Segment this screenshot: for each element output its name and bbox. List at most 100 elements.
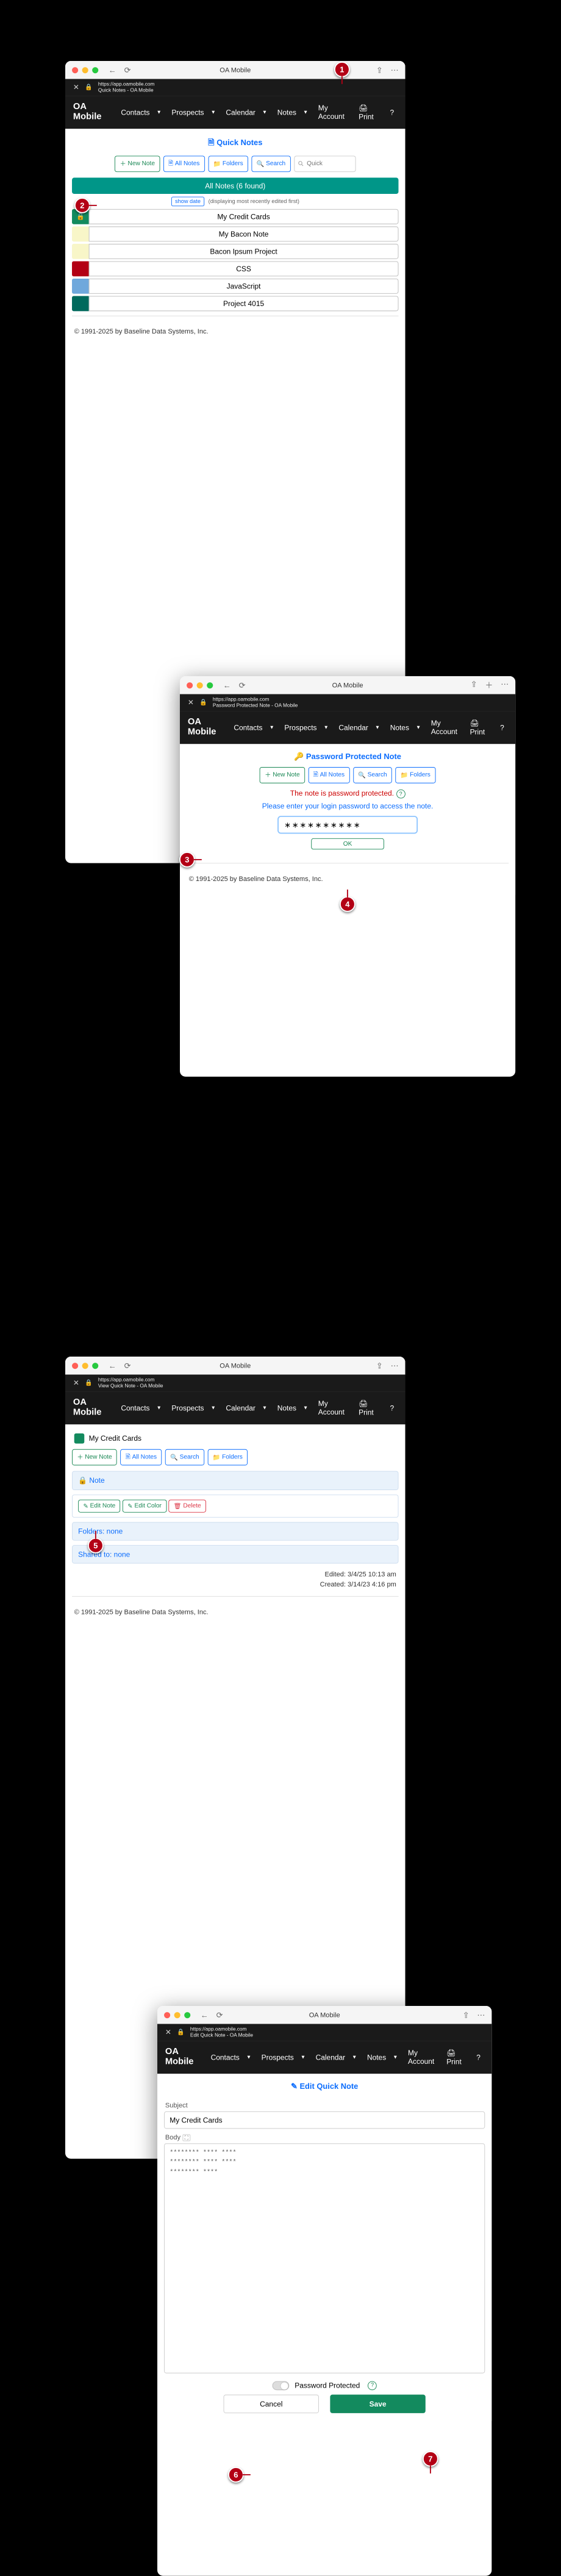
more-icon[interactable]: ⋯ xyxy=(477,2010,485,2020)
show-date-button[interactable]: show date xyxy=(171,197,204,207)
cancel-button[interactable]: Cancel xyxy=(223,2394,318,2413)
max-dot[interactable] xyxy=(92,67,98,73)
tab-close-icon[interactable]: ✕ xyxy=(188,698,194,707)
nav-prospects[interactable]: Prospects xyxy=(168,1402,207,1415)
nav-print[interactable]: 🖨 Print xyxy=(355,1397,383,1419)
nav-help[interactable]: ? xyxy=(387,1402,398,1415)
nav-contacts[interactable]: Contacts xyxy=(230,721,266,733)
share-icon[interactable]: ⇪ xyxy=(376,1361,383,1371)
nav-calendar[interactable]: Calendar xyxy=(312,2050,349,2063)
plus-icon[interactable]: ＋ xyxy=(485,679,493,690)
more-icon[interactable]: ⋯ xyxy=(501,679,509,690)
close-dot[interactable] xyxy=(164,2012,170,2018)
close-dot[interactable] xyxy=(187,682,193,688)
nav-account[interactable]: My Account xyxy=(315,1397,352,1419)
reload-icon[interactable]: ⟳ xyxy=(239,680,246,690)
nav-help[interactable]: ? xyxy=(387,105,398,118)
nav-prospects[interactable]: Prospects xyxy=(281,721,320,733)
all-notes-button[interactable]: 🗎 All Notes xyxy=(309,766,350,783)
nav-prospects[interactable]: Prospects xyxy=(258,2050,297,2063)
folders-panel[interactable]: Folders: none xyxy=(72,1522,398,1540)
nav-calendar[interactable]: Calendar xyxy=(335,721,372,733)
save-button[interactable]: Save xyxy=(330,2394,425,2413)
folders-button[interactable]: 📁 Folders xyxy=(208,155,248,172)
body-textarea[interactable]: ******** **** **** ******** **** **** **… xyxy=(164,2143,485,2373)
search-button[interactable]: 🔍 Search xyxy=(251,155,290,172)
delete-button[interactable]: 🗑 Delete xyxy=(168,1500,205,1513)
share-icon[interactable]: ⇪ xyxy=(462,2010,469,2020)
subject-input[interactable] xyxy=(164,2111,485,2128)
shared-panel[interactable]: Shared to: none xyxy=(72,1545,398,1563)
back-icon[interactable]: ← xyxy=(223,680,231,690)
nav-contacts[interactable]: Contacts xyxy=(118,1402,153,1415)
brand[interactable]: OA Mobile xyxy=(73,1398,109,1418)
nav-calendar[interactable]: Calendar xyxy=(223,105,259,118)
note-row[interactable]: JavaScript xyxy=(72,279,398,294)
min-dot[interactable] xyxy=(174,2012,180,2018)
ok-button[interactable]: OK xyxy=(312,838,385,849)
close-dot[interactable] xyxy=(72,1363,78,1369)
tab-close-icon[interactable]: ✕ xyxy=(73,83,79,92)
all-notes-button[interactable]: 🗎 All Notes xyxy=(120,1449,162,1466)
brand[interactable]: OA Mobile xyxy=(165,2047,198,2067)
share-icon[interactable]: ⇪ xyxy=(376,65,383,75)
password-input[interactable] xyxy=(277,816,418,833)
nav-help[interactable]: ? xyxy=(473,2050,484,2063)
nav-print[interactable]: 🖨 Print xyxy=(466,716,493,738)
note-panel-header[interactable]: 🔒 Note xyxy=(72,1471,398,1490)
back-icon[interactable]: ← xyxy=(109,65,116,75)
close-dot[interactable] xyxy=(72,67,78,73)
search-button[interactable]: 🔍 Search xyxy=(165,1449,204,1466)
min-dot[interactable] xyxy=(197,682,203,688)
note-row[interactable]: Project 4015 xyxy=(72,296,398,311)
password-toggle[interactable] xyxy=(272,2381,289,2390)
all-notes-button[interactable]: 🗎 All Notes xyxy=(163,155,204,172)
nav-account[interactable]: My Account xyxy=(315,102,352,123)
back-icon[interactable]: ← xyxy=(200,2010,208,2020)
min-dot[interactable] xyxy=(82,1363,88,1369)
note-row[interactable]: Bacon Ipsum Project xyxy=(72,244,398,259)
max-dot[interactable] xyxy=(92,1363,98,1369)
help-icon[interactable]: ? xyxy=(396,790,406,799)
new-note-button[interactable]: ＋ New Note xyxy=(72,1449,117,1466)
note-row[interactable]: CSS xyxy=(72,261,398,276)
folders-button[interactable]: 📁 Folders xyxy=(207,1449,248,1466)
nav-notes[interactable]: Notes xyxy=(363,2050,389,2063)
reload-icon[interactable]: ⟳ xyxy=(124,1361,130,1371)
nav-prospects[interactable]: Prospects xyxy=(168,105,207,118)
brand[interactable]: OA Mobile xyxy=(73,102,109,123)
nav-contacts[interactable]: Contacts xyxy=(207,2050,243,2063)
search-button[interactable]: 🔍 Search xyxy=(353,766,392,783)
nav-notes[interactable]: Notes xyxy=(274,105,299,118)
folders-button[interactable]: 📁 Folders xyxy=(396,766,436,783)
min-dot[interactable] xyxy=(82,67,88,73)
new-note-button[interactable]: ＋ New Note xyxy=(260,766,305,783)
tab-close-icon[interactable]: ✕ xyxy=(73,1379,79,1388)
more-icon[interactable]: ⋯ xyxy=(390,1361,398,1371)
nav-account[interactable]: My Account xyxy=(404,2046,440,2068)
nav-notes[interactable]: Notes xyxy=(274,1402,299,1415)
expand-icon[interactable]: ⛶ xyxy=(182,2134,190,2141)
share-icon[interactable]: ⇪ xyxy=(471,679,477,690)
edit-color-button[interactable]: ✎ Edit Color xyxy=(123,1500,166,1513)
edit-note-button[interactable]: ✎ Edit Note xyxy=(78,1500,120,1513)
nav-calendar[interactable]: Calendar xyxy=(223,1402,259,1415)
note-row[interactable]: 🔒My Credit Cards xyxy=(72,209,398,224)
max-dot[interactable] xyxy=(207,682,213,688)
nav-print[interactable]: 🖨 Print xyxy=(355,101,383,123)
max-dot[interactable] xyxy=(184,2012,190,2018)
new-note-button[interactable]: ＋ New Note xyxy=(115,155,160,172)
back-icon[interactable]: ← xyxy=(109,1361,116,1371)
more-icon[interactable]: ⋯ xyxy=(390,65,398,75)
nav-help[interactable]: ? xyxy=(497,721,508,733)
help-icon[interactable]: ? xyxy=(368,2381,377,2390)
nav-account[interactable]: My Account xyxy=(428,716,463,738)
tab-close-icon[interactable]: ✕ xyxy=(165,2028,171,2037)
brand[interactable]: OA Mobile xyxy=(188,717,221,737)
reload-icon[interactable]: ⟳ xyxy=(216,2010,223,2020)
search-input[interactable] xyxy=(294,155,356,172)
nav-notes[interactable]: Notes xyxy=(387,721,412,733)
note-row[interactable]: My Bacon Note xyxy=(72,226,398,241)
reload-icon[interactable]: ⟳ xyxy=(124,65,130,75)
nav-contacts[interactable]: Contacts xyxy=(118,105,153,118)
